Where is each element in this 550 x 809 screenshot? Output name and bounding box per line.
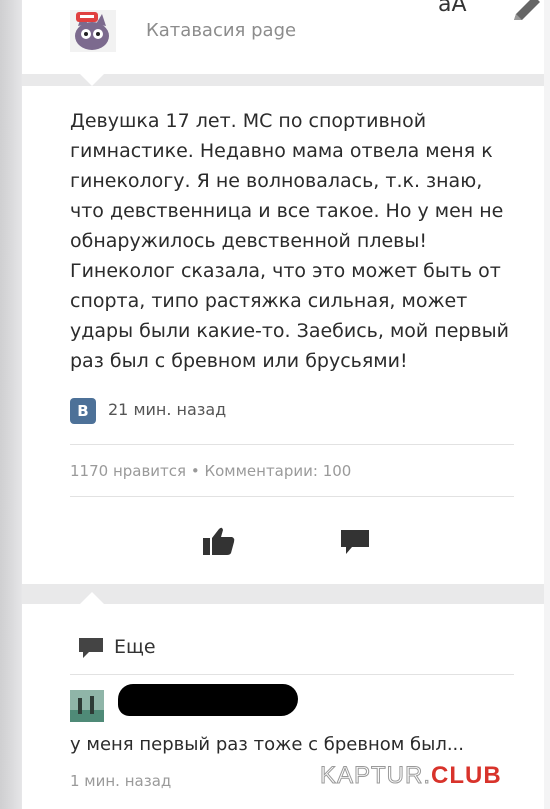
- comment-time: 1 мин. назад: [70, 772, 172, 790]
- redacted-commenter-name: [118, 684, 298, 716]
- group-name[interactable]: Катавасия page: [146, 20, 296, 41]
- post-header-card: Катавасия page aA: [22, 0, 544, 74]
- more-comments-label: Еще: [114, 636, 156, 658]
- post-time: 21 мин. назад: [108, 400, 227, 419]
- site-watermark: KAPTUR.CLUB: [319, 762, 502, 790]
- screen-left-edge: [0, 0, 22, 809]
- font-size-toggle[interactable]: aA: [438, 0, 467, 17]
- post-stats[interactable]: 1170 нравится • Комментарии: 100: [70, 462, 351, 480]
- vk-icon: В: [70, 398, 96, 424]
- divider: [70, 674, 514, 675]
- divider: [70, 444, 514, 445]
- comment-bubble-icon: [79, 638, 103, 658]
- commenter-avatar[interactable]: [70, 690, 104, 722]
- watermark-accent: CLUB: [431, 762, 502, 789]
- screen-right-edge: [544, 0, 550, 809]
- thumbs-up-icon[interactable]: [202, 526, 236, 556]
- watermark-main: KAPTUR.: [319, 762, 432, 790]
- comment-text: у меня первый раз тоже с бревном был...: [70, 734, 465, 755]
- group-avatar[interactable]: [70, 10, 116, 52]
- header-notch: [80, 74, 104, 86]
- post-card: Девушка 17 лет. МС по спортивной гимнаст…: [22, 86, 544, 584]
- comments-notch: [80, 592, 104, 604]
- pencil-icon[interactable]: [512, 0, 542, 20]
- comment-bubble-icon[interactable]: [340, 528, 370, 556]
- divider: [70, 496, 514, 497]
- post-text: Девушка 17 лет. МС по спортивной гимнаст…: [70, 110, 510, 372]
